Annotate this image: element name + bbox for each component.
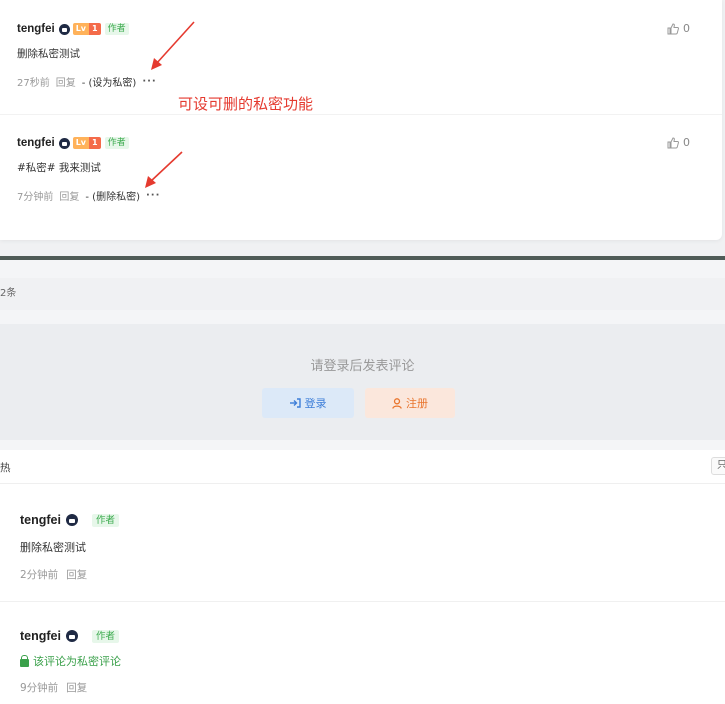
- list-item: tengfei 作者 该评论为私密评论 9分钟前 回复: [0, 602, 725, 704]
- sort-hot-tab[interactable]: 热: [0, 460, 11, 475]
- user-icon: [392, 397, 402, 409]
- reply-link[interactable]: 回复: [66, 680, 87, 695]
- login-hint: 请登录后发表评论: [310, 359, 415, 374]
- set-private-link[interactable]: - (设为私密): [82, 74, 137, 89]
- padlock-icon: [20, 654, 29, 667]
- arrow-annotation-icon: [145, 151, 183, 188]
- level-badge-prefix: Lv: [72, 137, 90, 149]
- like-count: 0: [683, 22, 690, 35]
- comment-list: tengfei 作者 删除私密测试 2分钟前 回复 tengfei 作者 该评论…: [0, 484, 725, 704]
- level-badge: Lv 1: [72, 137, 101, 149]
- login-button-label: 登录: [304, 397, 327, 410]
- login-prompt-box: 请登录后发表评论 登录 注册: [0, 324, 725, 440]
- author-tag: 作者: [91, 629, 119, 643]
- private-comment-notice: 该评论为私密评论: [20, 653, 121, 669]
- reply-link[interactable]: 回复: [59, 188, 79, 203]
- username[interactable]: tengfei: [17, 137, 55, 149]
- thumb-up-icon: [667, 22, 679, 34]
- private-comment-text: 该评论为私密评论: [33, 655, 121, 668]
- lock-icon: [58, 137, 70, 149]
- reply-link[interactable]: 回复: [56, 74, 76, 89]
- login-button[interactable]: 登录: [262, 388, 354, 418]
- arrow-annotation-icon: [151, 21, 195, 70]
- comment-text: 删除私密测试: [17, 48, 80, 60]
- comment-user-line: tengfei 作者: [20, 512, 119, 528]
- annotation-label: 可设可删的私密功能: [178, 95, 314, 113]
- level-badge-prefix: Lv: [72, 23, 90, 35]
- level-badge-number: 1: [89, 137, 101, 149]
- remove-private-link[interactable]: - (删除私密): [85, 188, 140, 203]
- comment-item: tengfei Lv 1 作者 删除私密测试 27秒前 回复 - (设为私密) …: [0, 0, 722, 114]
- comment-text: #私密# 我来测试: [17, 162, 101, 174]
- sort-bar: 热 只: [0, 450, 725, 484]
- more-options-button[interactable]: ···: [142, 76, 156, 87]
- bottom-screenshot: 2条 请登录后发表评论 登录 注册 热 只 tengfei 作者 删除私密测试 …: [0, 260, 725, 704]
- comment-meta: 27秒前 回复 - (设为私密) ···: [17, 74, 157, 89]
- list-item: tengfei 作者 删除私密测试 2分钟前 回复: [0, 484, 725, 602]
- author-tag: 作者: [91, 513, 119, 527]
- comment-count: 2条: [0, 288, 17, 299]
- reply-link[interactable]: 回复: [66, 567, 87, 582]
- lock-icon: [65, 630, 78, 642]
- comment-time: 2分钟前: [20, 569, 59, 581]
- lock-icon: [58, 23, 70, 35]
- comment-card: tengfei Lv 1 作者 删除私密测试 27秒前 回复 - (设为私密) …: [0, 0, 722, 240]
- comment-time: 9分钟前: [20, 682, 59, 694]
- comment-meta: 7分钟前 回复 - (删除私密) ···: [17, 188, 160, 203]
- level-badge-number: 1: [89, 23, 101, 35]
- username[interactable]: tengfei: [17, 23, 55, 35]
- username[interactable]: tengfei: [20, 629, 61, 643]
- like-count: 0: [683, 136, 690, 149]
- comment-user-line: tengfei Lv 1 作者: [17, 21, 129, 37]
- comment-item: tengfei Lv 1 作者 #私密# 我来测试 7分钟前 回复 - (删除私…: [0, 114, 722, 236]
- more-options-button[interactable]: ···: [146, 190, 160, 201]
- author-tag: 作者: [104, 23, 129, 35]
- comment-meta: 2分钟前 回复: [20, 567, 87, 582]
- comment-user-line: tengfei 作者: [20, 628, 119, 644]
- login-icon: [289, 398, 301, 408]
- filter-button[interactable]: 只: [711, 457, 725, 475]
- thumb-up-icon: [667, 136, 679, 148]
- like-button[interactable]: 0: [667, 136, 690, 149]
- comment-user-line: tengfei Lv 1 作者: [17, 135, 129, 151]
- top-screenshot: tengfei Lv 1 作者 删除私密测试 27秒前 回复 - (设为私密) …: [0, 0, 725, 256]
- comment-text: 删除私密测试: [20, 541, 86, 554]
- username[interactable]: tengfei: [20, 513, 61, 527]
- comment-count-bar: 2条: [0, 278, 725, 310]
- register-button[interactable]: 注册: [365, 388, 455, 418]
- lock-icon: [65, 514, 78, 526]
- like-button[interactable]: 0: [667, 22, 690, 35]
- comment-time: 27秒前: [17, 78, 50, 89]
- register-button-label: 注册: [406, 397, 428, 410]
- author-tag: 作者: [104, 137, 129, 149]
- level-badge: Lv 1: [72, 23, 101, 35]
- comment-meta: 9分钟前 回复: [20, 680, 87, 695]
- comment-time: 7分钟前: [17, 192, 54, 203]
